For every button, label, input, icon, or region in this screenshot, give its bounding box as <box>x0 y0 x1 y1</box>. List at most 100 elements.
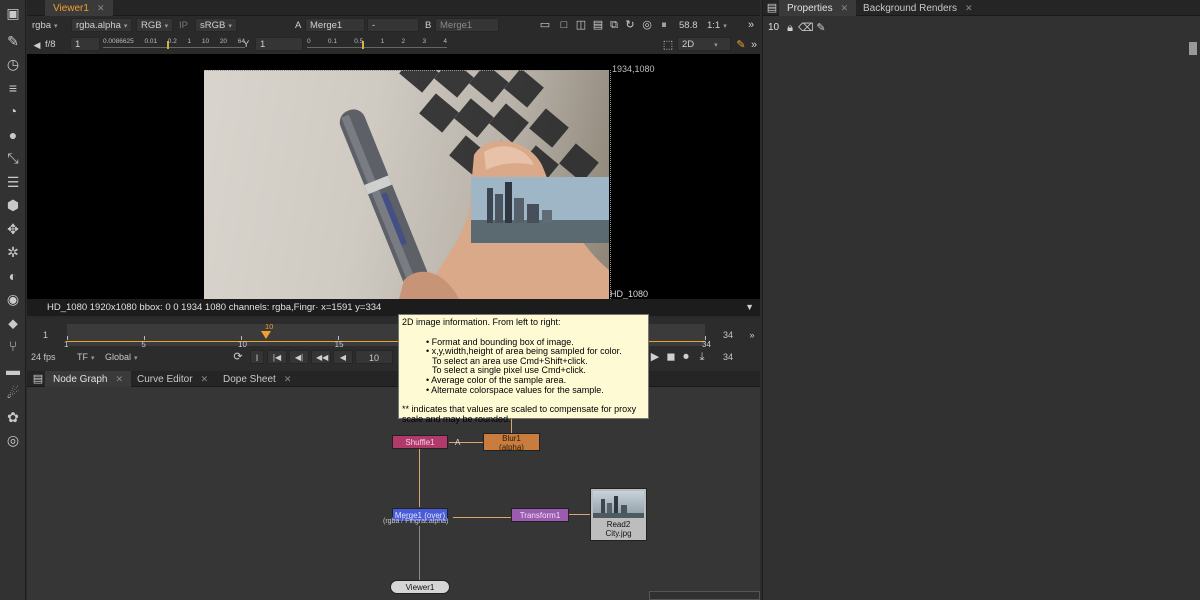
overlay-icon[interactable]: ◫ <box>574 18 588 32</box>
scrollbar-thumb[interactable] <box>1189 42 1197 55</box>
tab-properties[interactable]: Properties ✕ <box>779 0 857 16</box>
node-transform[interactable]: Transform1 <box>511 508 569 522</box>
region-icon[interactable]: ⬚ <box>661 38 675 52</box>
first-frame-icon[interactable]: |◀ <box>267 350 287 364</box>
viewer-pane-icon[interactable]: ▣ <box>4 4 22 22</box>
tf-value: TF <box>77 352 88 362</box>
viewer-canvas[interactable]: 1934,1080 HD_1080 <box>27 54 760 299</box>
input-a-label: A <box>455 438 461 447</box>
filter-icon[interactable]: ⤡ <box>4 149 22 167</box>
particles-icon[interactable]: ✲ <box>4 243 22 261</box>
alpha-dropdown[interactable]: rgba.alpha ▾ <box>71 18 133 32</box>
chevron-down-icon: ▾ <box>714 42 718 49</box>
circle-icon[interactable]: ● <box>4 126 22 144</box>
record-icon[interactable]: ⏺ <box>679 350 693 364</box>
gamma-field[interactable]: 1 <box>255 37 303 51</box>
wipe-dropdown[interactable]: - <box>367 18 419 32</box>
pane-menu-icon[interactable]: ▤ <box>765 1 779 15</box>
channels-dropdown[interactable]: rgba ▾ <box>32 19 58 33</box>
stop-icon[interactable]: ◼ <box>664 350 678 364</box>
lut-icon[interactable]: ▤ <box>591 18 605 32</box>
node-read[interactable]: Read2 City.jpg <box>590 488 647 541</box>
tab-dope-sheet[interactable]: Dope Sheet ✕ <box>215 371 299 387</box>
ratio-dropdown[interactable]: 1:1 ▾ <box>707 19 727 33</box>
image-info-bar[interactable]: HD_1080 1920x1080 bbox: 0 0 1934 1080 ch… <box>27 299 760 316</box>
ip-toggle[interactable]: IP <box>179 19 188 33</box>
close-icon[interactable]: ✕ <box>201 374 209 384</box>
menu-chevron-icon[interactable]: » <box>744 18 758 32</box>
global-dropdown[interactable]: Global ▾ <box>105 352 138 362</box>
pane-menu-icon[interactable]: ▤ <box>31 372 45 386</box>
proxy-icon[interactable]: ⧉ <box>607 18 621 32</box>
prev-icon[interactable]: ◀ <box>30 38 44 52</box>
fps-field[interactable]: 24 fps <box>31 352 56 362</box>
node-graph-panel: ▤ Node Graph ✕ Curve Editor ✕ Dope Sheet ✕ … <box>27 371 760 600</box>
max-panels-field[interactable]: 10 <box>768 22 779 33</box>
pause-icon[interactable]: ⏸ <box>657 18 671 32</box>
tick-label: 1 <box>380 38 385 45</box>
globe-icon[interactable]: ◎ <box>4 431 22 449</box>
close-icon[interactable]: ✕ <box>115 374 123 384</box>
roi-icon[interactable]: ▭ <box>538 18 552 32</box>
close-icon[interactable]: ✕ <box>841 3 849 13</box>
clock-icon[interactable]: ◷ <box>4 55 22 73</box>
menu-chevron-icon[interactable]: » <box>747 38 761 52</box>
close-icon[interactable]: ✕ <box>965 3 973 13</box>
node-viewer[interactable]: Viewer1 <box>390 580 450 594</box>
merge-icon[interactable]: ⑂ <box>4 337 22 355</box>
b-input-dropdown[interactable]: Merge1 <box>435 18 499 32</box>
tab-curve-editor[interactable]: Curve Editor ✕ <box>129 371 216 387</box>
tab-background-renders[interactable]: Background Renders ✕ <box>855 0 981 16</box>
tick-label: 3 <box>422 38 427 45</box>
out-point-icon[interactable]: ⤓ <box>695 350 709 364</box>
in-point-icon[interactable]: I <box>250 350 264 364</box>
menu-icon[interactable]: ▬ <box>4 361 22 379</box>
tab-viewer1[interactable]: Viewer1 ✕ <box>45 0 113 16</box>
flower-icon[interactable]: ✿ <box>4 408 22 426</box>
pick-color-icon[interactable]: ✎ <box>734 38 748 52</box>
transform-icon[interactable]: ✥ <box>4 220 22 238</box>
color-icon[interactable]: ◔ <box>4 102 22 120</box>
playback-mode-icon[interactable]: ⟳ <box>231 350 245 364</box>
node-blur[interactable]: Blur1 (alpha) <box>483 433 540 452</box>
chevron-down-icon: ▾ <box>164 23 169 30</box>
gain-field[interactable]: 1 <box>70 37 100 51</box>
display-dropdown[interactable]: RGB ▾ <box>136 18 174 32</box>
menu-chevron-icon[interactable]: » <box>745 328 759 342</box>
node-shuffle[interactable]: Shuffle1 <box>392 435 448 449</box>
a-input-dropdown[interactable]: Merge1 <box>305 18 365 32</box>
gain-slider[interactable]: 0.0086625 0.01 0.2 1 10 20 64 <box>103 38 245 52</box>
paint-icon[interactable]: ✎ <box>4 32 22 50</box>
edge-shuffle-merge <box>419 449 420 507</box>
prev-keyframe-icon[interactable]: ◀| <box>289 350 309 364</box>
zoom-percent[interactable]: 58.8 <box>679 19 698 33</box>
tf-dropdown[interactable]: TF ▾ <box>77 352 95 362</box>
close-icon[interactable]: ✕ <box>97 3 105 13</box>
eye-icon[interactable]: ◉ <box>4 290 22 308</box>
play-backward-icon[interactable]: ◀ <box>333 350 353 364</box>
play-forward-icon[interactable]: ▶ <box>648 350 662 364</box>
fstop-label[interactable]: f/8 <box>45 38 56 52</box>
pencil-icon[interactable]: ✎ <box>814 21 828 35</box>
clear-panels-icon[interactable]: ⌫ <box>798 21 814 35</box>
target-icon[interactable]: ◎ <box>640 18 654 32</box>
frame-field[interactable]: 10 <box>355 350 393 364</box>
channels-icon[interactable]: ≡ <box>4 79 22 97</box>
navigator-map[interactable] <box>649 591 760 600</box>
square-icon[interactable]: □ <box>557 18 571 32</box>
lock-icon[interactable]: 🔒︎ <box>783 21 797 35</box>
prev-increment-icon[interactable]: ◀◀ <box>311 350 331 364</box>
tab-node-graph[interactable]: Node Graph ✕ <box>45 371 132 387</box>
view-mode-dropdown[interactable]: 2D ▾ <box>677 37 731 51</box>
close-icon[interactable]: ✕ <box>284 374 292 384</box>
end-frame-field[interactable]: 34 <box>723 352 733 362</box>
deep-icon[interactable]: ◐ <box>4 267 22 285</box>
smudge-icon[interactable]: ☄ <box>4 384 22 402</box>
layers-icon[interactable]: ☰ <box>4 173 22 191</box>
colorspace-dropdown[interactable]: sRGB ▾ <box>195 18 237 32</box>
gamma-slider[interactable]: 0 0.1 0.5 1 2 3 4 <box>307 38 447 52</box>
refresh-icon[interactable]: ↻ <box>623 18 637 32</box>
tag-icon[interactable]: ⬥ <box>4 314 22 332</box>
chevron-down-icon[interactable]: ▼ <box>745 299 754 316</box>
3d-cube-icon[interactable]: ⬢ <box>4 196 22 214</box>
